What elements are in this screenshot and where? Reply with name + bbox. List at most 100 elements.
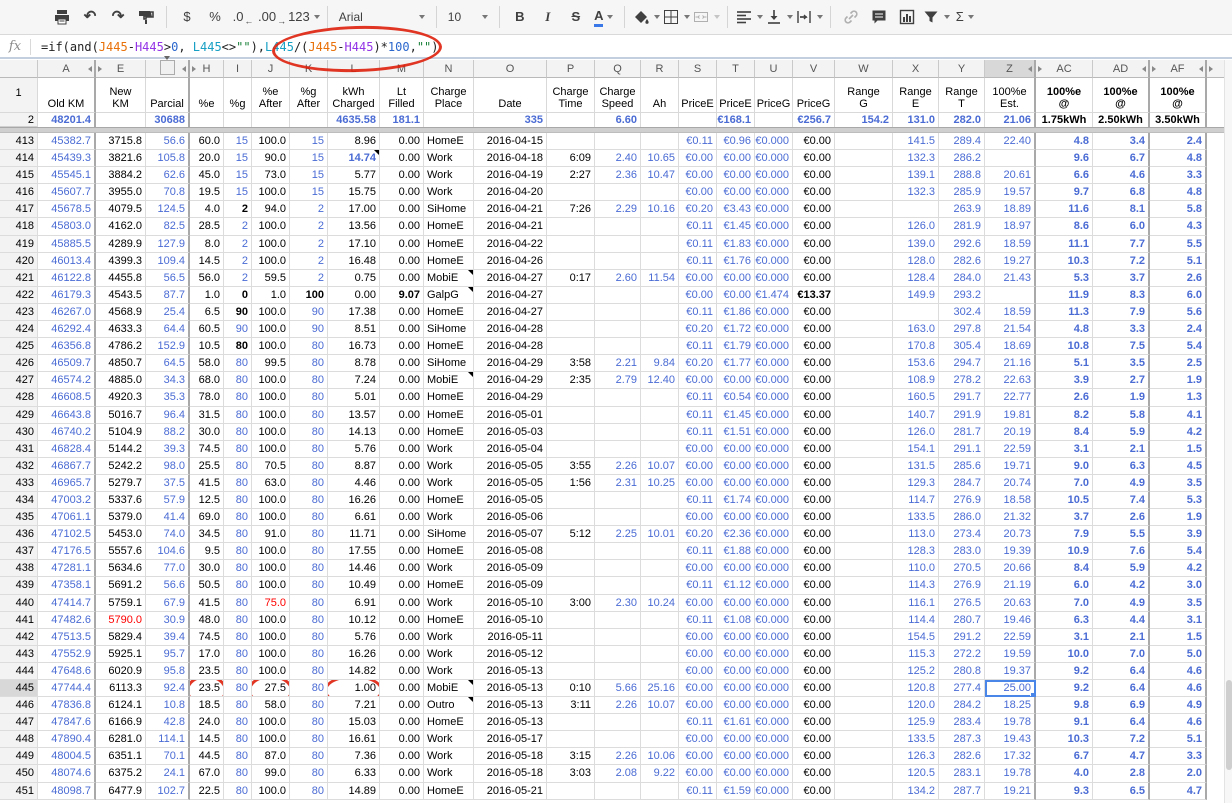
cell-K439[interactable]: 80	[290, 577, 328, 594]
header-cell-M[interactable]: Lt Filled	[380, 78, 424, 113]
cell-G419[interactable]: 127.9	[146, 236, 190, 253]
cell-Z419[interactable]: 18.59	[985, 236, 1036, 253]
cell-V450[interactable]: €0.00	[793, 765, 835, 782]
cell-Q451[interactable]	[595, 783, 641, 800]
cell-Y434[interactable]: 276.9	[939, 492, 985, 509]
cell-J444[interactable]: 100.0	[252, 663, 290, 680]
cell-AF449[interactable]: 3.3	[1150, 748, 1207, 765]
header-cell-J[interactable]: %e After	[252, 78, 290, 113]
cell-O431[interactable]: 2016-05-04	[474, 441, 547, 458]
cell-Z413[interactable]: 22.40	[985, 133, 1036, 150]
cell-Z439[interactable]: 21.19	[985, 577, 1036, 594]
cell-V432[interactable]: €0.00	[793, 458, 835, 475]
cell-A450[interactable]: 48074.6	[38, 765, 96, 782]
cell-O448[interactable]: 2016-05-17	[474, 731, 547, 748]
cell-AD418[interactable]: 6.0	[1093, 218, 1150, 235]
cell-AC425[interactable]: 10.8	[1036, 338, 1093, 355]
cell-Z421[interactable]: 21.43	[985, 270, 1036, 287]
cell-M423[interactable]: 0.00	[380, 304, 424, 321]
cell-L437[interactable]: 17.55	[328, 543, 380, 560]
cell-G413[interactable]: 56.6	[146, 133, 190, 150]
cell-T423[interactable]: €1.86	[717, 304, 755, 321]
cell-J429[interactable]: 100.0	[252, 407, 290, 424]
cell-O432[interactable]: 2016-05-05	[474, 458, 547, 475]
cell-K440[interactable]: 80	[290, 595, 328, 612]
cell-A425[interactable]: 46356.8	[38, 338, 96, 355]
cell-S439[interactable]: €0.11	[679, 577, 717, 594]
column-header-AC[interactable]: AC	[1036, 60, 1093, 78]
cell-E439[interactable]: 5691.2	[96, 577, 146, 594]
header-cell-I[interactable]: %g	[224, 78, 252, 113]
cell-X447[interactable]: 125.9	[893, 714, 939, 731]
cell-O419[interactable]: 2016-04-22	[474, 236, 547, 253]
cell-G422[interactable]: 87.7	[146, 287, 190, 304]
cell-L431[interactable]: 5.76	[328, 441, 380, 458]
cell-Q436[interactable]: 2.25	[595, 526, 641, 543]
cell-W415[interactable]	[835, 167, 893, 184]
cell-Z434[interactable]: 18.58	[985, 492, 1036, 509]
cell-I444[interactable]: 80	[224, 663, 252, 680]
cell-Q429[interactable]	[595, 407, 641, 424]
cell-G439[interactable]: 56.6	[146, 577, 190, 594]
cell-G418[interactable]: 82.5	[146, 218, 190, 235]
cell-J448[interactable]: 100.0	[252, 731, 290, 748]
cell-U421[interactable]: €0.000	[755, 270, 793, 287]
cell-N444[interactable]: Work	[424, 663, 474, 680]
cell-S419[interactable]: €0.11	[679, 236, 717, 253]
cell-E429[interactable]: 5016.7	[96, 407, 146, 424]
cell-AC451[interactable]: 9.3	[1036, 783, 1093, 800]
cell-J440[interactable]: 75.0	[252, 595, 290, 612]
cell-Y444[interactable]: 280.8	[939, 663, 985, 680]
cell-AC427[interactable]: 3.9	[1036, 372, 1093, 389]
cell-S430[interactable]: €0.11	[679, 424, 717, 441]
cell-AD445[interactable]: 6.4	[1093, 680, 1150, 697]
cell-W435[interactable]	[835, 509, 893, 526]
cell-M415[interactable]: 0.00	[380, 167, 424, 184]
cell-E421[interactable]: 4455.8	[96, 270, 146, 287]
cell-M430[interactable]: 0.00	[380, 424, 424, 441]
cell-U417[interactable]: €0.000	[755, 201, 793, 218]
cell-A424[interactable]: 46292.4	[38, 321, 96, 338]
cell-O416[interactable]: 2016-04-20	[474, 184, 547, 201]
cell-AC430[interactable]: 8.4	[1036, 424, 1093, 441]
cell-I427[interactable]: 80	[224, 372, 252, 389]
cell-M447[interactable]: 0.00	[380, 714, 424, 731]
cell-AD415[interactable]: 4.6	[1093, 167, 1150, 184]
cell-G438[interactable]: 77.0	[146, 560, 190, 577]
cell-Q442[interactable]	[595, 629, 641, 646]
cell-U434[interactable]: €0.000	[755, 492, 793, 509]
cell-T418[interactable]: €1.45	[717, 218, 755, 235]
cell-AC442[interactable]: 3.1	[1036, 629, 1093, 646]
cell-AF413[interactable]: 2.4	[1150, 133, 1207, 150]
cell-H445[interactable]: 23.5	[190, 680, 224, 697]
cell-AD416[interactable]: 6.8	[1093, 184, 1150, 201]
cell-AF443[interactable]: 5.0	[1150, 646, 1207, 663]
cell-M437[interactable]: 0.00	[380, 543, 424, 560]
cell-Q432[interactable]: 2.26	[595, 458, 641, 475]
fill-color-button[interactable]	[632, 4, 660, 30]
cell-U423[interactable]: €0.000	[755, 304, 793, 321]
cell-Q435[interactable]	[595, 509, 641, 526]
cell-V425[interactable]: €0.00	[793, 338, 835, 355]
cell-A427[interactable]: 46574.2	[38, 372, 96, 389]
cell-X423[interactable]	[893, 304, 939, 321]
cell-P420[interactable]	[547, 253, 595, 270]
cell-T426[interactable]: €1.77	[717, 355, 755, 372]
cell-AC448[interactable]: 10.3	[1036, 731, 1093, 748]
cell-A419[interactable]: 45885.5	[38, 236, 96, 253]
cell-Q421[interactable]: 2.60	[595, 270, 641, 287]
cell-G443[interactable]: 95.7	[146, 646, 190, 663]
cell-P417[interactable]: 7:26	[547, 201, 595, 218]
total-cell-Q[interactable]: 6.60	[595, 113, 641, 127]
cell-I432[interactable]: 80	[224, 458, 252, 475]
hidden-columns-right-icon[interactable]	[192, 66, 196, 72]
cell-L438[interactable]: 14.46	[328, 560, 380, 577]
cell-V446[interactable]: €0.00	[793, 697, 835, 714]
cell-N430[interactable]: HomeE	[424, 424, 474, 441]
cell-J427[interactable]: 100.0	[252, 372, 290, 389]
row-header-438[interactable]: 438	[0, 560, 38, 577]
cell-I428[interactable]: 80	[224, 389, 252, 406]
cell-M444[interactable]: 0.00	[380, 663, 424, 680]
cell-M450[interactable]: 0.00	[380, 765, 424, 782]
cell-L445[interactable]: 1.00	[328, 680, 380, 697]
